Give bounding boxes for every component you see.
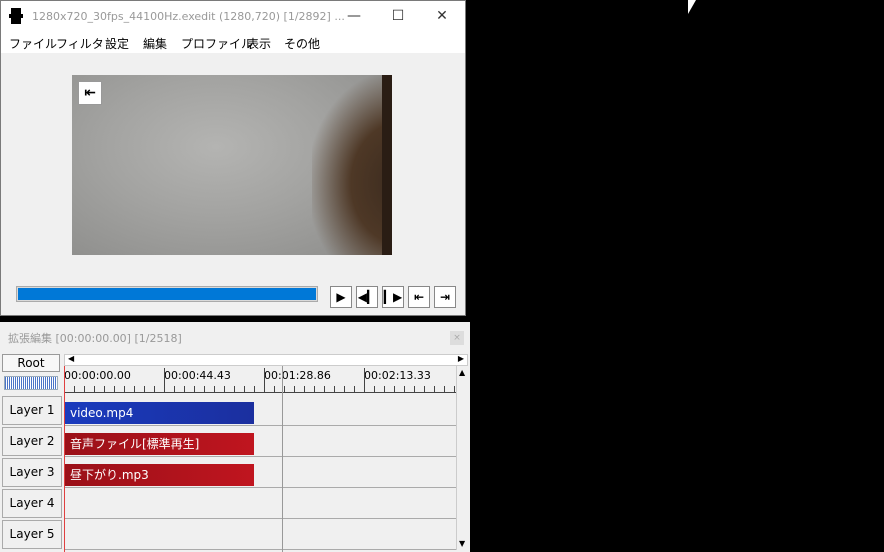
title-bar[interactable]: 1280x720_30fps_44100Hz.exedit (1280,720)… <box>1 1 465 31</box>
ruler-tick <box>134 386 135 392</box>
ruler-tick <box>144 386 145 392</box>
ruler-tick <box>304 386 305 392</box>
ruler-tick <box>454 386 455 392</box>
scene-end-line <box>282 366 283 552</box>
clip-audio-file[interactable]: 音声ファイル[標準再生] <box>65 433 254 455</box>
ruler-tick <box>84 386 85 392</box>
film-icon <box>9 8 23 24</box>
ruler-tick <box>264 368 265 392</box>
clip-mp3[interactable]: 昼下がり.mp3 <box>65 464 254 486</box>
layer-label-2[interactable]: Layer 2 <box>2 427 62 456</box>
ruler-tick <box>244 386 245 392</box>
ruler-tick <box>274 386 275 392</box>
ruler-baseline <box>64 392 456 393</box>
ruler-tick <box>174 386 175 392</box>
ruler-label: 00:02:13.33 <box>364 369 431 382</box>
menu-settings[interactable]: 設定 <box>105 35 129 52</box>
prev-frame-button[interactable]: ◀▎ <box>356 286 378 308</box>
mouse-cursor-icon <box>688 0 696 14</box>
ruler-tick <box>384 386 385 392</box>
zoom-slider[interactable] <box>4 376 58 390</box>
timeline-title: 拡張編集 [00:00:00.00] [1/2518] <box>8 332 182 345</box>
menu-filter[interactable]: フィルタ <box>56 35 104 52</box>
preview-subject <box>312 75 392 255</box>
ruler-tick <box>324 386 325 392</box>
ruler-tick <box>184 386 185 392</box>
scroll-left-icon[interactable]: ◀ <box>68 354 74 363</box>
horizontal-scrollbar[interactable]: ◀ ▶ <box>64 354 468 366</box>
layer-label-3[interactable]: Layer 3 <box>2 458 62 487</box>
ruler-tick <box>124 386 125 392</box>
menu-view[interactable]: 表示 <box>247 35 271 52</box>
ruler-tick <box>344 386 345 392</box>
preview-shadow <box>382 75 392 255</box>
time-ruler[interactable]: 00:00:00.00 00:00:44.43 00:01:28.86 00:0… <box>64 366 456 397</box>
ruler-tick <box>214 386 215 392</box>
menu-file[interactable]: ファイル <box>9 35 57 52</box>
ruler-tick <box>434 386 435 392</box>
ruler-label: 00:00:00.00 <box>64 369 131 382</box>
ruler-tick <box>224 386 225 392</box>
ruler-tick <box>374 386 375 392</box>
layer-label-1[interactable]: Layer 1 <box>2 396 62 425</box>
scroll-up-icon[interactable]: ▲ <box>459 368 465 377</box>
vertical-scrollbar[interactable]: ▲ ▼ <box>456 366 469 550</box>
layer-track-1[interactable]: video.mp4 <box>64 396 456 426</box>
window-title: 1280x720_30fps_44100Hz.exedit (1280,720)… <box>32 10 345 23</box>
playhead[interactable] <box>64 366 65 552</box>
menu-other[interactable]: その他 <box>284 35 320 52</box>
ruler-tick <box>234 386 235 392</box>
ruler-tick <box>394 386 395 392</box>
ruler-tick <box>74 386 75 392</box>
scroll-right-icon[interactable]: ▶ <box>458 354 464 363</box>
ruler-tick <box>194 386 195 392</box>
ruler-tick <box>424 386 425 392</box>
seek-bar[interactable] <box>16 286 318 302</box>
close-button[interactable]: ✕ <box>419 1 465 31</box>
ruler-tick <box>94 386 95 392</box>
ruler-tick <box>204 386 205 392</box>
maximize-button[interactable]: ☐ <box>375 1 421 31</box>
ruler-label: 00:01:28.86 <box>264 369 331 382</box>
ruler-tick <box>414 386 415 392</box>
jump-start-icon[interactable]: ⇤ <box>78 81 102 105</box>
layer-label-4[interactable]: Layer 4 <box>2 489 62 518</box>
go-end-button[interactable]: ⇥ <box>434 286 456 308</box>
ruler-tick <box>444 386 445 392</box>
seek-bar-fill <box>18 288 316 300</box>
layer-track-3[interactable]: 昼下がり.mp3 <box>64 458 456 488</box>
menu-edit[interactable]: 編集 <box>143 35 167 52</box>
ruler-tick <box>154 386 155 392</box>
ruler-tick <box>314 386 315 392</box>
ruler-tick <box>254 386 255 392</box>
menu-bar: ファイル フィルタ 設定 編集 プロファイル 表示 その他 <box>1 31 465 53</box>
timeline-close-button[interactable]: × <box>450 331 464 345</box>
layer-track-5[interactable] <box>64 520 456 550</box>
layer-track-4[interactable] <box>64 489 456 519</box>
ruler-tick <box>104 386 105 392</box>
next-frame-button[interactable]: ▎▶ <box>382 286 404 308</box>
ruler-tick <box>404 386 405 392</box>
ruler-tick <box>354 386 355 392</box>
layer-label-5[interactable]: Layer 5 <box>2 520 62 549</box>
ruler-tick <box>284 386 285 392</box>
layer-track-2[interactable]: 音声ファイル[標準再生] <box>64 427 456 457</box>
ruler-tick <box>334 386 335 392</box>
ruler-tick <box>114 386 115 392</box>
clip-video[interactable]: video.mp4 <box>65 402 254 424</box>
ruler-label: 00:00:44.43 <box>164 369 231 382</box>
ruler-tick <box>364 368 365 392</box>
video-preview <box>72 75 392 255</box>
ruler-tick <box>164 368 165 392</box>
root-button[interactable]: Root <box>2 354 60 372</box>
scroll-down-icon[interactable]: ▼ <box>459 539 465 548</box>
minimize-button[interactable]: — <box>331 1 377 31</box>
ruler-tick <box>294 386 295 392</box>
menu-profile[interactable]: プロファイル <box>181 35 253 52</box>
play-button[interactable]: ▶ <box>330 286 352 308</box>
go-start-button[interactable]: ⇤ <box>408 286 430 308</box>
